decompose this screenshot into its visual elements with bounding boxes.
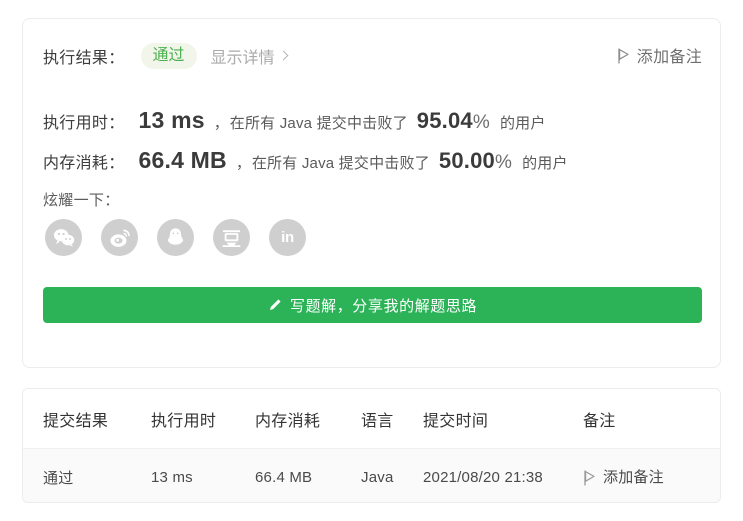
write-solution-label: 写题解，分享我的解题思路: [289, 297, 478, 315]
runtime-beat-prefix: 在所有 Java 提交中击败了: [229, 115, 408, 132]
cell-status[interactable]: 通过: [23, 448, 151, 502]
douban-icon[interactable]: [213, 219, 250, 256]
result-label: 执行结果：: [43, 50, 125, 67]
result-status-row: 执行结果： 通过 显示详情: [43, 41, 700, 71]
runtime-label: 执行用时：: [43, 115, 125, 132]
runtime-beat-suffix: 的用户: [499, 115, 546, 132]
memory-value: 66.4 MB: [138, 147, 227, 173]
submissions-card: 提交结果 执行用时 内存消耗 语言 提交时间 备注 通过 13 ms 66.4 …: [22, 388, 721, 503]
percent-symbol: %: [494, 152, 513, 173]
weibo-icon[interactable]: [101, 219, 138, 256]
memory-comma: ，: [235, 155, 251, 172]
runtime-percentile: 95.04%: [417, 108, 490, 134]
linkedin-icon[interactable]: in: [269, 219, 306, 256]
share-section-title: 炫耀一下：: [43, 192, 120, 209]
table-header-row: 提交结果 执行用时 内存消耗 语言 提交时间 备注: [23, 389, 720, 449]
column-header-language: 语言: [361, 389, 423, 449]
result-card: 执行结果： 通过 显示详情 添加备注 执行用时： 13 ms ， 在所有 Jav…: [22, 18, 721, 368]
status-badge: 通过: [140, 43, 197, 69]
percent-symbol: %: [472, 112, 490, 133]
write-solution-button[interactable]: 写题解，分享我的解题思路: [43, 287, 702, 323]
cell-runtime: 13 ms: [151, 448, 255, 502]
cell-language: Java: [361, 448, 423, 502]
runtime-comma: ，: [213, 115, 229, 132]
cell-memory: 66.4 MB: [255, 448, 361, 502]
runtime-percentile-value: 95.04: [416, 108, 473, 133]
runtime-value: 13 ms: [138, 107, 205, 133]
linkedin-label: in: [281, 229, 294, 246]
add-note-label: 添加备注: [636, 49, 702, 66]
show-detail-label: 显示详情: [210, 50, 275, 67]
submission-result-page: 执行结果： 通过 显示详情 添加备注 执行用时： 13 ms ， 在所有 Jav…: [0, 0, 743, 521]
flag-icon: [583, 469, 596, 486]
submissions-table-body: 通过 13 ms 66.4 MB Java 2021/08/20 21:38 添…: [23, 448, 720, 502]
cell-note: 添加备注: [583, 448, 720, 502]
table-row[interactable]: 通过 13 ms 66.4 MB Java 2021/08/20 21:38 添…: [23, 448, 720, 502]
add-note-button[interactable]: 添加备注: [617, 43, 702, 67]
chevron-right-icon: [278, 50, 288, 60]
memory-percentile-value: 50.00: [438, 148, 495, 173]
submissions-table: 提交结果 执行用时 内存消耗 语言 提交时间 备注 通过 13 ms 66.4 …: [23, 389, 720, 502]
memory-label: 内存消耗：: [43, 155, 125, 172]
column-header-memory: 内存消耗: [255, 389, 361, 449]
column-header-status: 提交结果: [23, 389, 151, 449]
column-header-submitted-at: 提交时间: [423, 389, 583, 449]
qq-icon[interactable]: [157, 219, 194, 256]
row-add-note-button[interactable]: 添加备注: [583, 466, 664, 487]
memory-beat-suffix: 的用户: [522, 155, 568, 172]
memory-percentile: 50.00%: [439, 148, 512, 174]
flag-icon: [617, 48, 630, 64]
submissions-table-head: 提交结果 执行用时 内存消耗 语言 提交时间 备注: [23, 389, 720, 449]
wechat-icon[interactable]: [45, 219, 82, 256]
column-header-runtime: 执行用时: [151, 389, 255, 449]
row-add-note-label: 添加备注: [603, 469, 664, 486]
column-header-note: 备注: [583, 389, 720, 449]
show-detail-link[interactable]: 显示详情: [210, 44, 288, 68]
pencil-icon: [268, 298, 282, 312]
cell-submitted-at: 2021/08/20 21:38: [423, 448, 583, 502]
memory-metric-row: 内存消耗： 66.4 MB ， 在所有 Java 提交中击败了 50.00% 的…: [43, 147, 568, 174]
runtime-metric-row: 执行用时： 13 ms ， 在所有 Java 提交中击败了 95.04% 的用户: [43, 107, 546, 134]
memory-beat-prefix: 在所有 Java 提交中击败了: [251, 155, 430, 172]
share-icon-list: in: [45, 219, 306, 256]
